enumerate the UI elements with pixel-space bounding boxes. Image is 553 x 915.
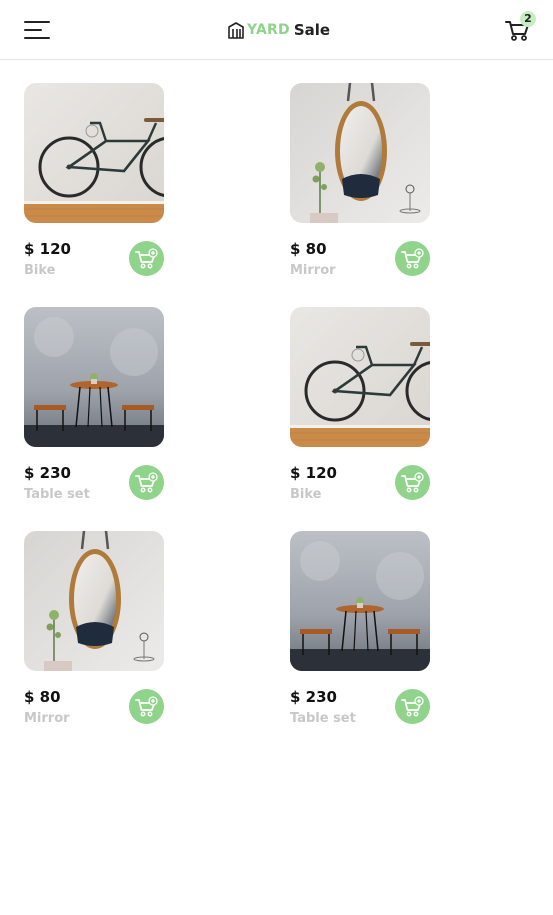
add-to-cart-icon xyxy=(400,247,424,268)
product-price: $ 120 xyxy=(24,240,71,258)
product-name: Table set xyxy=(290,711,356,726)
product-image-bike[interactable] xyxy=(24,83,164,223)
add-to-cart-icon xyxy=(400,695,424,716)
cart-button[interactable]: 2 xyxy=(505,11,536,43)
add-to-cart-icon xyxy=(134,247,158,268)
hamburger-menu-icon[interactable] xyxy=(24,20,50,40)
add-to-cart-icon xyxy=(134,695,158,716)
product-price: $ 230 xyxy=(290,688,337,706)
product-image-mirror[interactable] xyxy=(290,83,430,223)
product-card[interactable]: $ 230 Table set xyxy=(290,531,431,731)
add-to-cart-button[interactable] xyxy=(129,465,164,500)
product-price: $ 80 xyxy=(24,688,61,706)
add-to-cart-button[interactable] xyxy=(395,689,430,724)
add-to-cart-icon xyxy=(400,471,424,492)
product-image-table-set[interactable] xyxy=(290,531,430,671)
add-to-cart-button[interactable] xyxy=(129,241,164,276)
product-name: Bike xyxy=(290,487,322,502)
product-image-mirror[interactable] xyxy=(24,531,164,671)
add-to-cart-button[interactable] xyxy=(395,241,430,276)
product-price: $ 80 xyxy=(290,240,327,258)
product-image-bike[interactable] xyxy=(290,307,430,447)
product-price: $ 230 xyxy=(24,464,71,482)
product-name: Mirror xyxy=(24,711,70,726)
product-name: Bike xyxy=(24,263,56,278)
add-to-cart-icon xyxy=(134,471,158,492)
product-card[interactable]: $ 80 Mirror xyxy=(24,531,165,731)
product-card[interactable]: $ 230 Table set xyxy=(24,307,165,507)
product-name: Table set xyxy=(24,487,90,502)
product-card[interactable]: $ 80 Mirror xyxy=(290,83,431,283)
storefront-icon xyxy=(228,22,244,39)
add-to-cart-button[interactable] xyxy=(395,465,430,500)
product-card[interactable]: $ 120 Bike xyxy=(290,307,431,507)
product-card[interactable]: $ 120 Bike xyxy=(24,83,165,283)
product-image-table-set[interactable] xyxy=(24,307,164,447)
product-name: Mirror xyxy=(290,263,336,278)
add-to-cart-button[interactable] xyxy=(129,689,164,724)
brand-logo[interactable]: YARD Sale xyxy=(227,19,330,41)
cart-count-badge: 2 xyxy=(520,11,536,27)
brand-name-sale: Sale xyxy=(293,21,331,39)
top-bar: YARD Sale 2 xyxy=(0,0,553,60)
product-price: $ 120 xyxy=(290,464,337,482)
brand-name-yard: YARD xyxy=(247,22,290,38)
